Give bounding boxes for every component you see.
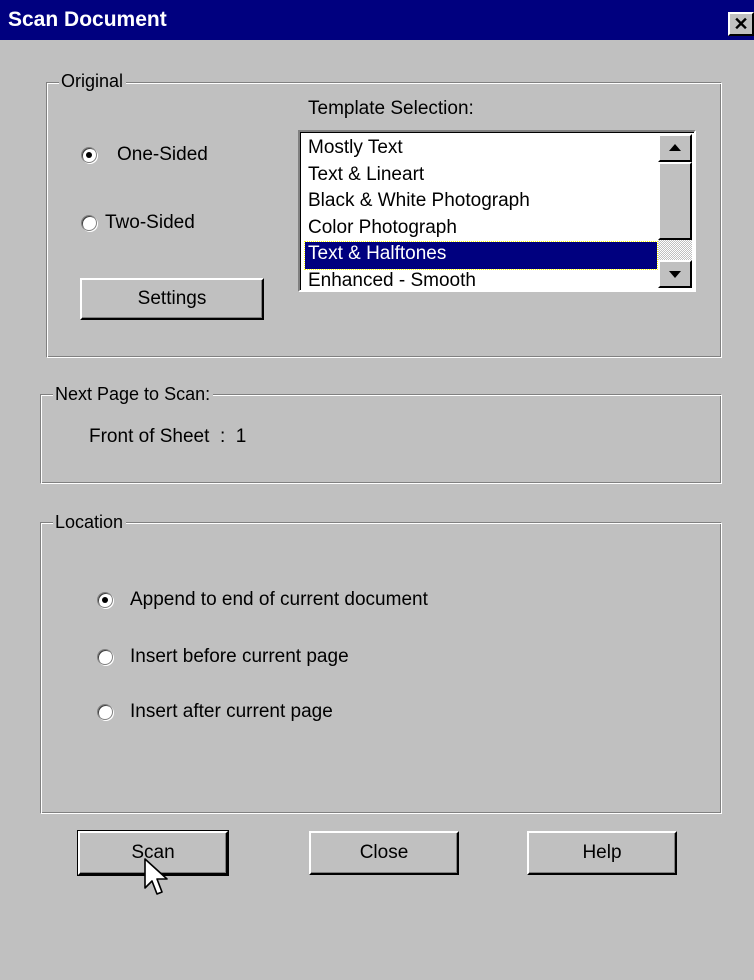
radio-unchecked-icon <box>97 704 113 720</box>
template-list-item[interactable]: Text & Halftones <box>304 241 658 270</box>
next-page-group-label: Next Page to Scan: <box>53 383 214 405</box>
location-option-insert-after-radio[interactable]: Insert after current page <box>97 701 333 723</box>
two-sided-radio[interactable]: Two-Sided <box>81 212 195 234</box>
next-page-value: Front of Sheet : 1 <box>89 426 247 447</box>
settings-button[interactable]: Settings <box>80 278 264 320</box>
radio-unchecked-icon <box>97 649 113 665</box>
triangle-up-icon <box>669 144 681 151</box>
title-bar[interactable]: Scan Document ✕ <box>0 0 754 40</box>
scan-document-dialog: Scan Document ✕ Original One-Sided Two-S… <box>0 0 754 980</box>
radio-unchecked-icon <box>81 215 97 231</box>
triangle-down-icon <box>669 271 681 278</box>
template-list-item[interactable]: Enhanced - Smooth <box>305 269 657 291</box>
template-list-item[interactable]: Mostly Text <box>305 136 657 163</box>
location-option-label: Insert after current page <box>130 701 333 722</box>
template-list-item[interactable]: Black & White Photograph <box>305 189 657 216</box>
help-button[interactable]: Help <box>527 831 677 875</box>
location-group-label: Location <box>53 511 127 533</box>
template-listbox[interactable]: Mostly Text Text & Lineart Black & White P… <box>298 130 696 292</box>
radio-checked-icon <box>81 147 97 163</box>
one-sided-label: One-Sided <box>117 144 208 165</box>
close-icon: ✕ <box>733 14 749 34</box>
template-list: Mostly Text Text & Lineart Black & White P… <box>304 136 658 291</box>
location-option-insert-before-radio[interactable]: Insert before current page <box>97 646 349 668</box>
window-title: Scan Document <box>8 8 167 31</box>
scroll-thumb[interactable] <box>658 162 692 240</box>
location-option-label: Insert before current page <box>130 646 349 667</box>
arrow-cursor-icon <box>144 858 168 895</box>
two-sided-label: Two-Sided <box>105 212 195 233</box>
location-option-append-radio[interactable]: Append to end of current document <box>97 589 428 611</box>
template-list-item[interactable]: Text & Lineart <box>305 163 657 190</box>
location-option-label: Append to end of current document <box>130 589 428 610</box>
scroll-down-button[interactable] <box>658 260 692 288</box>
template-selection-label: Template Selection: <box>308 98 474 119</box>
radio-checked-icon <box>97 592 113 608</box>
close-button[interactable]: Close <box>309 831 459 875</box>
template-list-item[interactable]: Color Photograph <box>305 216 657 243</box>
original-group-label: Original <box>59 70 127 92</box>
close-window-button[interactable]: ✕ <box>728 12 754 36</box>
location-group <box>40 522 722 814</box>
one-sided-radio[interactable]: One-Sided <box>81 144 208 166</box>
scroll-up-button[interactable] <box>658 134 692 162</box>
template-scrollbar[interactable] <box>658 134 692 288</box>
